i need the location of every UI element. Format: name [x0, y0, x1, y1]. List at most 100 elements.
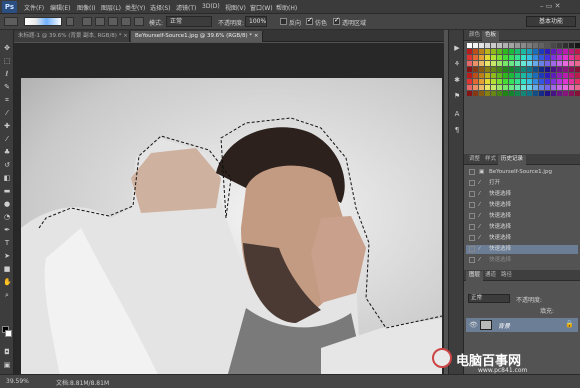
- swatch[interactable]: [509, 73, 514, 78]
- healing-brush-tool-icon[interactable]: ✚: [3, 122, 11, 130]
- swatch[interactable]: [473, 55, 478, 60]
- swatch[interactable]: [575, 61, 580, 66]
- swatch[interactable]: [521, 61, 526, 66]
- history-brush-tool-icon[interactable]: ↺: [3, 161, 11, 169]
- swatch[interactable]: [473, 79, 478, 84]
- window-controls[interactable]: – ▭ ✕: [540, 2, 576, 12]
- swatch[interactable]: [527, 61, 532, 66]
- swatch[interactable]: [521, 55, 526, 60]
- swatch[interactable]: [497, 79, 502, 84]
- history-checkbox[interactable]: [469, 256, 475, 263]
- swatch[interactable]: [551, 67, 556, 72]
- screen-mode-icon[interactable]: ▣: [3, 361, 11, 369]
- history-item[interactable]: ⁄ 快速选择: [466, 234, 578, 243]
- quick-mask-icon[interactable]: ◘: [3, 348, 11, 356]
- swatch[interactable]: [503, 91, 508, 96]
- swatch[interactable]: [575, 91, 580, 96]
- swatch[interactable]: [467, 61, 472, 66]
- swatch[interactable]: [503, 49, 508, 54]
- zoom-level[interactable]: 39.59%: [6, 378, 29, 385]
- swatch[interactable]: [527, 85, 532, 90]
- history-checkbox[interactable]: [469, 190, 475, 197]
- swatch[interactable]: [479, 49, 484, 54]
- swatch[interactable]: [479, 85, 484, 90]
- swatch[interactable]: [479, 67, 484, 72]
- swatch[interactable]: [497, 49, 502, 54]
- history-item[interactable]: ⁄ 快速选择: [466, 212, 578, 221]
- swatch[interactable]: [569, 49, 574, 54]
- menu-type[interactable]: 类型(Y): [125, 3, 145, 12]
- swatch[interactable]: [467, 43, 472, 48]
- menu-image[interactable]: 图像(I): [77, 3, 95, 12]
- swatch[interactable]: [473, 73, 478, 78]
- menu-filter[interactable]: 滤镜(T): [176, 3, 196, 12]
- swatch[interactable]: [491, 91, 496, 96]
- swatch[interactable]: [527, 67, 532, 72]
- marquee-tool-icon[interactable]: ⬚: [3, 57, 11, 65]
- swatch[interactable]: [509, 91, 514, 96]
- shape-tool-icon[interactable]: ■: [3, 265, 11, 273]
- swatch[interactable]: [509, 61, 514, 66]
- tab-history[interactable]: 历史记录: [498, 155, 527, 165]
- history-checkbox[interactable]: [469, 179, 475, 186]
- swatch[interactable]: [521, 91, 526, 96]
- swatch[interactable]: [545, 55, 550, 60]
- gradient-preview[interactable]: [24, 17, 62, 26]
- swatch[interactable]: [557, 73, 562, 78]
- dither-checkbox[interactable]: [306, 16, 313, 25]
- swatch[interactable]: [551, 91, 556, 96]
- swatch[interactable]: [539, 55, 544, 60]
- opacity-input[interactable]: 100%: [245, 16, 267, 27]
- swatch[interactable]: [551, 43, 556, 48]
- swatch[interactable]: [485, 43, 490, 48]
- history-checkbox[interactable]: [469, 212, 475, 219]
- swatch[interactable]: [491, 79, 496, 84]
- swatch[interactable]: [557, 91, 562, 96]
- swatch[interactable]: [491, 85, 496, 90]
- swatch[interactable]: [491, 49, 496, 54]
- paragraph-icon[interactable]: ¶: [452, 126, 462, 135]
- history-checkbox[interactable]: [469, 245, 475, 252]
- swatch[interactable]: [545, 43, 550, 48]
- swatch[interactable]: [527, 73, 532, 78]
- swatch[interactable]: [569, 43, 574, 48]
- swatch[interactable]: [491, 43, 496, 48]
- history-icon[interactable]: ⚑: [452, 92, 462, 101]
- swatch[interactable]: [515, 55, 520, 60]
- swatch[interactable]: [485, 79, 490, 84]
- swatch[interactable]: [569, 85, 574, 90]
- swatch[interactable]: [509, 43, 514, 48]
- workspace-switcher[interactable]: 基本功能: [526, 16, 576, 27]
- swatch[interactable]: [473, 61, 478, 66]
- swatch[interactable]: [467, 67, 472, 72]
- swatch[interactable]: [533, 73, 538, 78]
- swatch[interactable]: [533, 67, 538, 72]
- close-icon[interactable]: ×: [254, 33, 259, 39]
- lasso-tool-icon[interactable]: ℓ: [3, 70, 11, 78]
- brush-tool-icon[interactable]: ⁄: [3, 135, 11, 143]
- adjustments-icon[interactable]: ✱: [452, 76, 462, 85]
- linear-gradient-icon[interactable]: [82, 17, 92, 26]
- swatch[interactable]: [515, 61, 520, 66]
- radial-gradient-icon[interactable]: [95, 17, 105, 26]
- swatch[interactable]: [485, 73, 490, 78]
- menu-view[interactable]: 视图(V): [225, 3, 246, 12]
- swatch[interactable]: [551, 73, 556, 78]
- swatch[interactable]: [515, 79, 520, 84]
- swatch[interactable]: [569, 61, 574, 66]
- menu-help[interactable]: 帮助(H): [276, 3, 297, 12]
- swatch[interactable]: [467, 91, 472, 96]
- history-checkbox[interactable]: [469, 223, 475, 230]
- swatch[interactable]: [509, 67, 514, 72]
- swatch[interactable]: [551, 49, 556, 54]
- swatch[interactable]: [539, 85, 544, 90]
- transparency-checkbox[interactable]: [333, 16, 340, 25]
- tab-beyourself-source[interactable]: BeYourself-Source1.jpg @ 39.6% (RGB/8) *…: [131, 31, 263, 42]
- swatch[interactable]: [467, 73, 472, 78]
- swatch[interactable]: [515, 67, 520, 72]
- swatch[interactable]: [467, 49, 472, 54]
- swatch[interactable]: [545, 73, 550, 78]
- swatch[interactable]: [557, 85, 562, 90]
- swatch[interactable]: [521, 49, 526, 54]
- swatch[interactable]: [539, 49, 544, 54]
